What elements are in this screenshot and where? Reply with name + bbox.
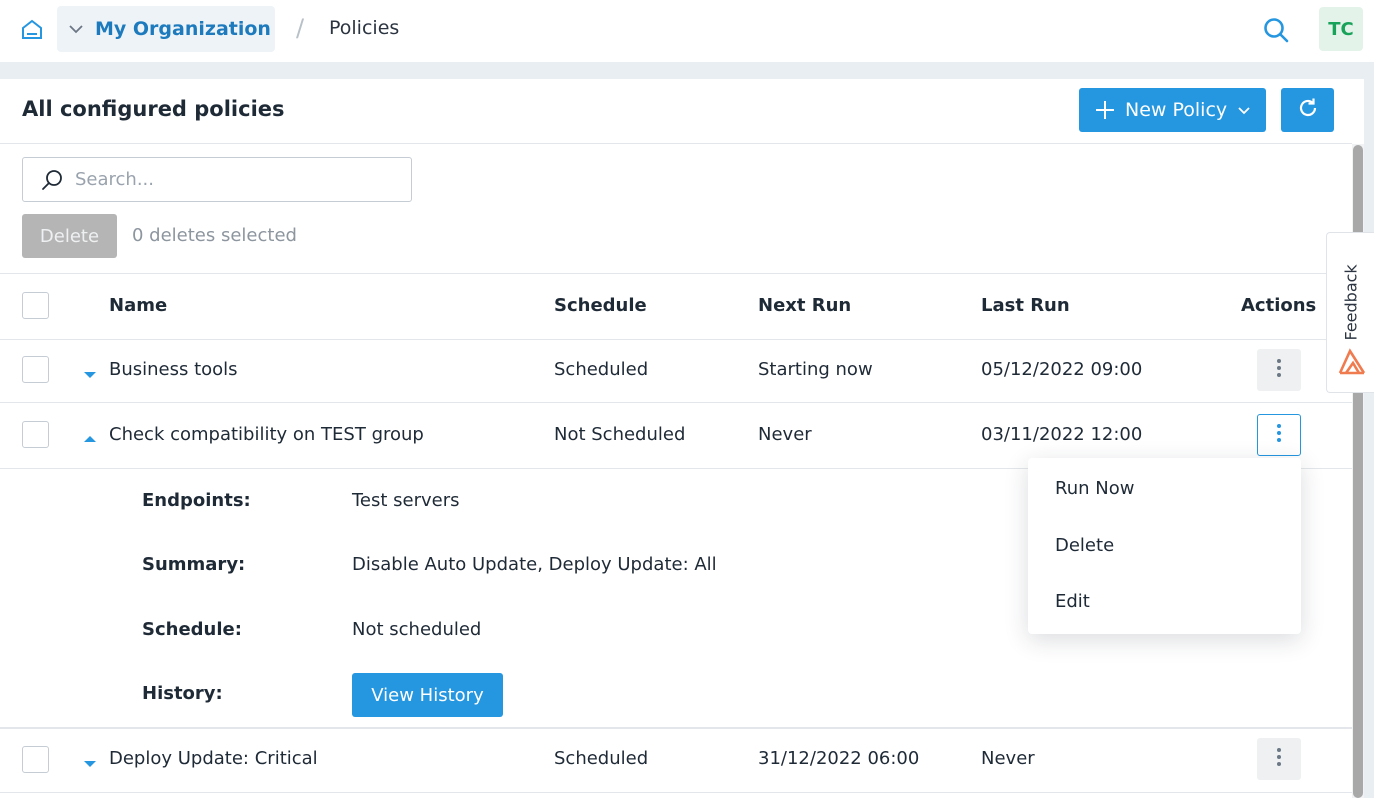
menu-item-delete[interactable]: Delete [1028, 519, 1301, 571]
new-policy-label: New Policy [1125, 99, 1228, 121]
policy-next-run: Starting now [758, 359, 873, 380]
menu-item-edit[interactable]: Edit [1028, 575, 1301, 627]
select-all-checkbox[interactable] [22, 292, 49, 319]
new-policy-button[interactable]: New Policy [1079, 88, 1266, 132]
refresh-button[interactable] [1281, 88, 1334, 132]
column-header-next-run[interactable]: Next Run [758, 295, 851, 316]
policy-name[interactable]: Business tools [109, 359, 238, 380]
breadcrumb-separator: / [296, 14, 305, 42]
search-icon [39, 167, 65, 193]
chevron-down-icon [67, 20, 85, 38]
divider [0, 792, 1352, 793]
row-actions-menu: Run Now Delete Edit [1028, 458, 1301, 634]
search-input[interactable] [75, 169, 395, 190]
schedule-label: Schedule: [142, 619, 242, 640]
delete-button[interactable]: Delete [22, 214, 117, 258]
policy-name[interactable]: Check compatibility on TEST group [109, 424, 424, 445]
row-checkbox[interactable] [22, 746, 49, 773]
organization-selector[interactable]: My Organization [57, 6, 275, 52]
policy-schedule: Scheduled [554, 748, 649, 769]
feedback-label: Feedback [1341, 264, 1361, 341]
row-actions-button[interactable] [1257, 414, 1301, 456]
caret-down-icon[interactable] [83, 365, 97, 378]
policy-last-run: 05/12/2022 09:00 [981, 359, 1143, 380]
search-icon[interactable] [1262, 16, 1290, 44]
policy-next-run: 31/12/2022 06:00 [758, 748, 920, 769]
organization-label: My Organization [95, 18, 271, 40]
home-icon[interactable] [18, 16, 46, 44]
search-field[interactable] [22, 157, 412, 202]
policies-panel: All configured policies New Policy Delet… [0, 79, 1364, 798]
feedback-tab[interactable]: Feedback [1326, 232, 1374, 393]
summary-label: Summary: [142, 554, 246, 575]
row-checkbox[interactable] [22, 421, 49, 448]
caret-up-icon[interactable] [83, 429, 97, 442]
policy-last-run: Never [981, 748, 1035, 769]
divider [0, 339, 1352, 340]
feedback-logo-icon [1337, 345, 1367, 377]
row-checkbox[interactable] [22, 356, 49, 383]
summary-value: Disable Auto Update, Deploy Update: All [352, 554, 717, 575]
policy-schedule: Scheduled [554, 359, 649, 380]
policy-next-run: Never [758, 424, 812, 445]
plus-icon [1095, 100, 1115, 120]
page-title: All configured policies [22, 97, 285, 121]
top-bar: My Organization / Policies TC [0, 0, 1374, 62]
row-actions-button[interactable] [1257, 349, 1301, 391]
header-divider [0, 143, 1352, 144]
history-label: History: [142, 683, 223, 704]
policy-name[interactable]: Deploy Update: Critical [109, 748, 318, 769]
policy-schedule: Not Scheduled [554, 424, 686, 445]
refresh-icon [1296, 96, 1320, 124]
chevron-down-icon [1237, 103, 1251, 117]
caret-down-icon[interactable] [83, 754, 97, 767]
selected-count: 0 deletes selected [132, 225, 297, 246]
schedule-value: Not scheduled [352, 619, 482, 640]
kebab-icon [1276, 423, 1282, 447]
policy-last-run: 03/11/2022 12:00 [981, 424, 1143, 445]
row-actions-button[interactable] [1257, 738, 1301, 780]
view-history-button[interactable]: View History [352, 673, 503, 717]
breadcrumb-current: Policies [329, 17, 400, 39]
kebab-icon [1276, 358, 1282, 382]
column-header-name[interactable]: Name [109, 295, 167, 316]
column-header-actions: Actions [1241, 295, 1317, 316]
divider [0, 273, 1352, 274]
column-header-schedule[interactable]: Schedule [554, 295, 647, 316]
kebab-icon [1276, 747, 1282, 771]
column-header-last-run[interactable]: Last Run [981, 295, 1070, 316]
endpoints-value: Test servers [352, 490, 460, 511]
avatar[interactable]: TC [1319, 7, 1363, 51]
divider [0, 727, 1352, 729]
menu-item-run-now[interactable]: Run Now [1028, 462, 1301, 514]
endpoints-label: Endpoints: [142, 490, 251, 511]
divider [0, 402, 1352, 403]
